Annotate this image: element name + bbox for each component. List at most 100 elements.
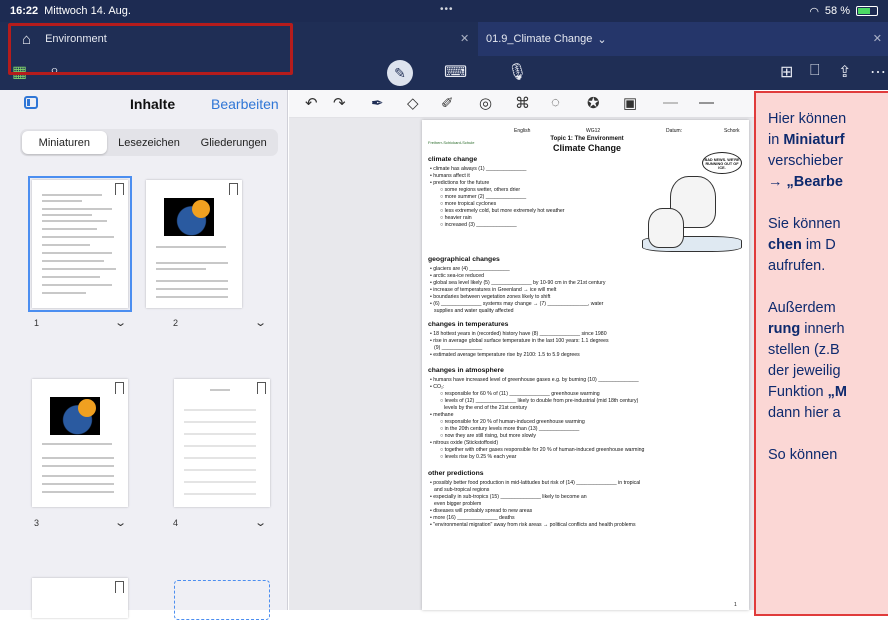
bookmark-icon[interactable] [115, 581, 124, 593]
sidebar-toggle-icon[interactable] [24, 96, 38, 109]
section-heading: other predictions [428, 470, 484, 477]
bullet-line: • climate has always (1) ______________ [430, 166, 527, 172]
callout-text: dann hier a [768, 405, 841, 421]
bullet-line: • estimated average temperature rise by … [430, 352, 580, 358]
bullet-line: ○ heavier rain [440, 215, 472, 221]
pencil-icon: ✎ [394, 64, 406, 81]
lasso-icon[interactable]: ⌘ [515, 94, 530, 112]
bookmark-icon[interactable] [257, 382, 266, 394]
status-date: Mittwoch 14. Aug. [44, 5, 131, 17]
bullet-line: ○ now they are still rising, but more sl… [440, 433, 536, 439]
topic-label: Topic 1: The Environment [550, 136, 624, 142]
bullet-line: ○ together with other gases responsible … [440, 447, 645, 453]
bookmark-icon[interactable]: ⎕ [810, 62, 820, 80]
status-time: 16:22 [10, 5, 39, 17]
callout-text: stellen (z.B [768, 342, 840, 358]
callout-text: So können [768, 447, 838, 463]
thumbnail-number: 1 [34, 318, 40, 328]
bullet-line: • rise in average global surface tempera… [430, 338, 609, 344]
comment-icon[interactable]: ◌ [551, 94, 560, 111]
bullet-line: • increase of temperatures in Greenland … [430, 287, 557, 293]
tab-climate-change[interactable]: 01.9_Climate Change ⌄ ✕ [478, 22, 888, 56]
close-icon[interactable]: ✕ [460, 32, 469, 45]
eraser-icon[interactable]: ◇ [407, 94, 419, 112]
multitasking-dots-icon[interactable]: ••• [440, 4, 454, 15]
bullet-line: • possibly better food production in mid… [430, 480, 641, 486]
thumbnail-number: 3 [34, 518, 40, 528]
chevron-down-icon[interactable]: ⌄ [114, 316, 127, 329]
page-thumbnail[interactable] [32, 578, 128, 618]
status-right: ◠ 58 % [809, 5, 878, 18]
polar-bear-image [648, 208, 684, 248]
sidebar-header: Inhalte Bearbeiten [0, 90, 288, 118]
chevron-down-icon[interactable]: ⌄ [254, 516, 267, 529]
image-icon[interactable]: ▣ [623, 94, 637, 112]
page-number: 1 [734, 602, 737, 608]
bookmark-icon[interactable] [115, 382, 124, 394]
bullet-line: • glaciers are (4) ______________ [430, 266, 510, 272]
segment-miniaturen[interactable]: Miniaturen [22, 131, 107, 154]
bullet-line: • "environmental migration" away from ri… [430, 522, 636, 528]
bullet-line: even bigger problem [434, 501, 482, 507]
callout-text: Sie können [768, 216, 841, 232]
section-heading: changes in temperatures [428, 321, 509, 328]
pen-icon[interactable]: ✒ [371, 94, 384, 112]
page-thumbnail[interactable] [28, 176, 132, 312]
bullet-line: ○ levels rise by 0.25 % each year [440, 454, 517, 460]
section-heading: climate change [428, 156, 478, 163]
callout-bold: rung [768, 321, 801, 337]
add-page-icon[interactable]: ⊞ [780, 62, 793, 82]
line-thick-icon[interactable]: — [699, 94, 714, 111]
segment-gliederungen[interactable]: Gliederungen [191, 131, 276, 154]
chevron-down-icon[interactable]: ⌄ [114, 516, 127, 529]
header-grade: WG12 [586, 128, 601, 134]
header-lang: English [514, 128, 531, 134]
bookmark-icon[interactable] [115, 183, 124, 195]
callout-text: innerh [800, 321, 845, 337]
chevron-down-icon[interactable]: ⌄ [254, 316, 267, 329]
more-icon[interactable]: ⋯ [870, 62, 886, 82]
thumbnail-number: 4 [173, 518, 179, 528]
redo-icon[interactable]: ↷ [333, 94, 346, 112]
microphone-icon[interactable]: 🎙 [507, 62, 527, 82]
thumbnail-number: 2 [173, 318, 179, 328]
highlighter-icon[interactable]: ✐ [441, 94, 454, 112]
callout-text: im D [801, 237, 836, 253]
segmented-control: Miniaturen Lesezeichen Gliederungen [20, 129, 278, 156]
share-icon[interactable]: ⇪ [838, 62, 851, 82]
bullet-line: ○ some regions wetter, others drier [440, 187, 521, 193]
undo-icon[interactable]: ↶ [305, 94, 318, 112]
bullet-line: • diseases will probably spread to new a… [430, 508, 533, 514]
bullet-line: (9) ______________ [434, 345, 483, 351]
bullet-line: ○ less extremely cold, but more extremel… [440, 208, 565, 214]
keyboard-icon[interactable]: ⌨ [444, 62, 467, 82]
bullet-line: ○ in the 20th century levels more than (… [440, 426, 580, 432]
edit-button[interactable]: Bearbeiten [211, 96, 279, 112]
pencil-mode-button[interactable]: ✎ [387, 60, 413, 86]
bullet-line: • (6) ______________ systems may change … [430, 301, 604, 307]
sticker-icon[interactable]: ✪ [587, 94, 600, 112]
document-page[interactable]: English WG12 Datum: Schork Freiherr-Schi… [422, 120, 749, 610]
shapes-icon[interactable]: ◎ [479, 94, 492, 112]
chevron-down-icon[interactable]: ⌄ [597, 33, 606, 46]
battery-icon [856, 6, 878, 16]
bookmark-icon[interactable] [229, 183, 238, 195]
segment-lesezeichen[interactable]: Lesezeichen [107, 131, 192, 154]
callout-text: verschieber [768, 153, 843, 169]
bullet-line: ○ levels of (12) ______________ likely t… [440, 398, 639, 404]
close-icon[interactable]: ✕ [873, 32, 882, 45]
page-thumbnail[interactable] [32, 379, 128, 507]
bullet-line: • especially in sub-tropics (15) _______… [430, 494, 587, 500]
callout-text: Funktion [768, 384, 828, 400]
bullet-line: • predictions for the future [430, 180, 490, 186]
bullet-line: • nitrous oxide (Stickstoffoxid) [430, 440, 499, 446]
line-thin-icon[interactable]: — [663, 94, 678, 111]
school-logo: Freiherr-Schickard-Schule [428, 140, 475, 145]
add-page-placeholder[interactable] [174, 580, 270, 620]
bullet-line: • humans affect it [430, 173, 470, 179]
bullet-line: • global sea level likely (5) __________… [430, 280, 606, 286]
page-thumbnail[interactable] [174, 379, 270, 507]
page-thumbnail[interactable] [146, 180, 242, 308]
status-bar: 16:22 Mittwoch 14. Aug. ••• ◠ 58 % [0, 0, 888, 22]
callout-text: aufrufen. [768, 258, 826, 274]
